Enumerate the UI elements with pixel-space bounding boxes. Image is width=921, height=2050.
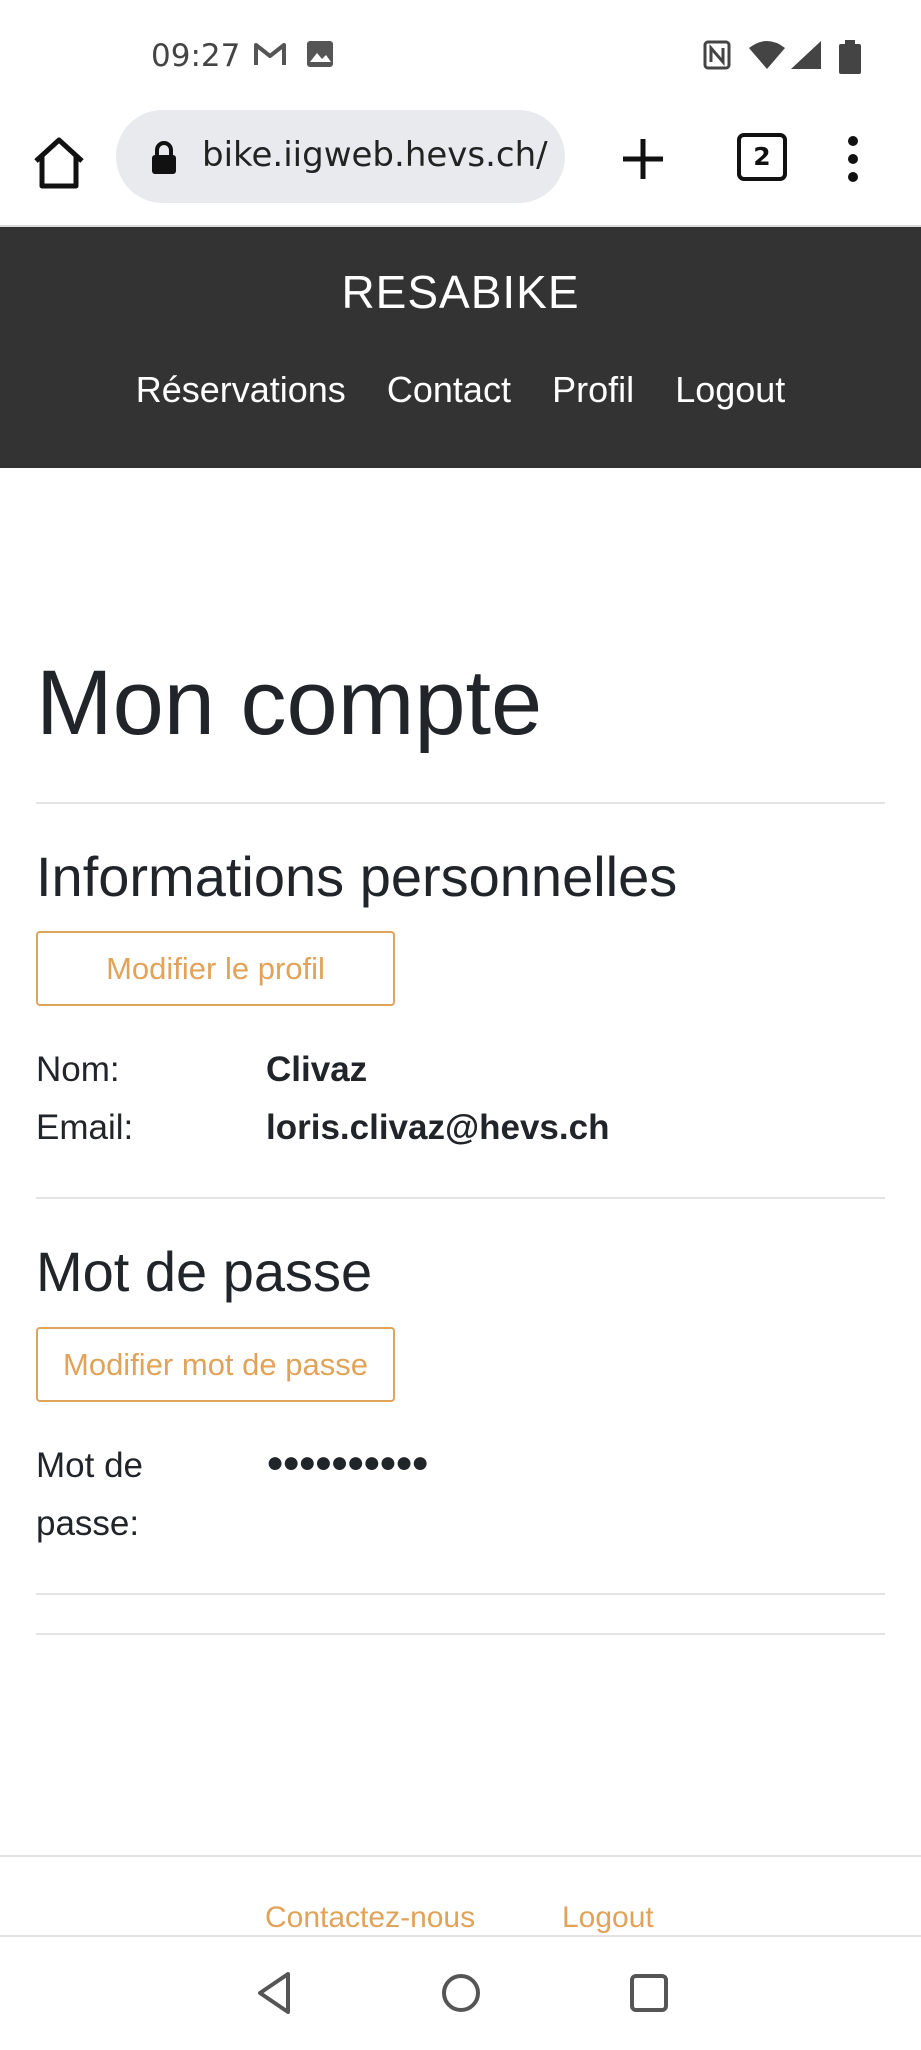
nav-logout[interactable]: Logout <box>675 369 785 411</box>
page-title: Mon compte <box>36 652 543 754</box>
gmail-icon <box>254 43 286 65</box>
password-value: ●●●●●●●●●● <box>266 1446 429 1479</box>
home-circle-icon[interactable] <box>440 1970 482 2016</box>
signal-icon <box>791 41 821 69</box>
address-bar[interactable]: bike.iigweb.hevs.ch/ <box>116 110 565 203</box>
password-label-line1: Mot de <box>36 1446 143 1485</box>
main-nav: Réservations Contact Profil Logout <box>0 369 921 411</box>
back-icon[interactable] <box>254 1970 294 2016</box>
name-label: Nom: <box>36 1050 120 1089</box>
nav-profil[interactable]: Profil <box>552 369 634 411</box>
image-icon <box>307 41 333 67</box>
nfc-icon <box>703 40 731 70</box>
divider <box>36 1593 885 1595</box>
lock-icon <box>152 141 176 174</box>
site-footer: Contactez-nous Logout <box>0 1855 921 1937</box>
recents-icon[interactable] <box>628 1970 670 2016</box>
edit-profile-button[interactable]: Modifier le profil <box>36 931 395 1006</box>
nav-contact[interactable]: Contact <box>387 369 511 411</box>
system-nav-bar <box>0 1935 921 2050</box>
browser-toolbar: bike.iigweb.hevs.ch/ 2 <box>0 110 921 227</box>
personal-info-heading: Informations personnelles <box>36 845 678 908</box>
edit-password-button[interactable]: Modifier mot de passe <box>36 1327 395 1402</box>
footer-logout-link[interactable]: Logout <box>562 1901 654 1935</box>
wifi-icon <box>749 41 785 69</box>
url-text: bike.iigweb.hevs.ch/ <box>202 135 548 175</box>
password-label-line2: passe: <box>36 1504 140 1543</box>
plus-icon[interactable] <box>618 134 668 184</box>
password-heading: Mot de passe <box>36 1240 373 1303</box>
footer-contact-link[interactable]: Contactez-nous <box>265 1901 475 1935</box>
more-icon[interactable] <box>840 134 866 184</box>
email-label: Email: <box>36 1108 134 1147</box>
name-value: Clivaz <box>266 1050 368 1089</box>
divider <box>36 1633 885 1635</box>
tabs-icon[interactable]: 2 <box>737 133 787 181</box>
divider <box>36 802 885 804</box>
battery-icon <box>839 40 861 74</box>
brand-title[interactable]: RESABIKE <box>0 265 921 319</box>
home-icon[interactable] <box>30 134 88 192</box>
site-header: RESABIKE Réservations Contact Profil Log… <box>0 227 921 468</box>
email-value: loris.clivaz@hevs.ch <box>266 1108 610 1147</box>
divider <box>36 1197 885 1199</box>
status-time: 09:27 <box>151 38 241 74</box>
nav-reservations[interactable]: Réservations <box>136 369 346 411</box>
status-bar: 09:27 <box>0 0 921 110</box>
